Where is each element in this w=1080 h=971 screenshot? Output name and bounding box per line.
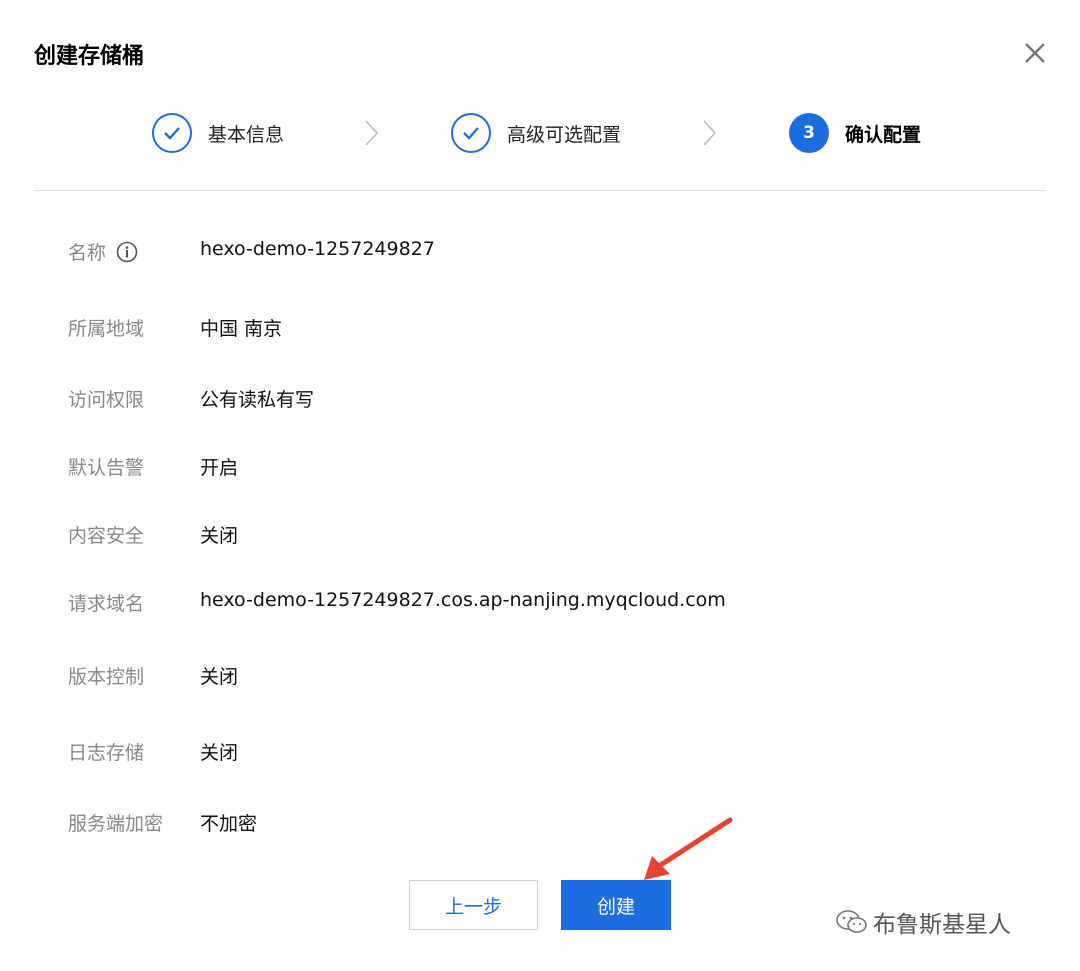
field-value: 中国 南京	[200, 318, 283, 340]
step-label: 高级可选配置	[507, 123, 622, 146]
field-key: 访问权限	[68, 389, 145, 411]
arrow-annotation-icon	[644, 817, 733, 880]
step-label: 确认配置	[845, 123, 922, 146]
field-value: 关闭	[200, 742, 239, 764]
create-button[interactable]: 创建	[561, 880, 671, 930]
check-icon	[451, 113, 491, 153]
wechat-icon	[836, 910, 867, 933]
field-key: 名称	[68, 238, 138, 265]
field-row-logging: 日志存储 关闭	[0, 738, 1080, 768]
field-value: 开启	[200, 457, 239, 479]
field-row-content-security: 内容安全 关闭	[0, 521, 1080, 551]
step-confirm-config: 3 确认配置	[789, 110, 921, 156]
field-row-versioning: 版本控制 关闭	[0, 662, 1080, 692]
step-basic-info: 基本信息	[152, 110, 284, 156]
field-key: 版本控制	[68, 666, 145, 688]
close-icon[interactable]	[1020, 38, 1050, 68]
field-value: hexo-demo-1257249827	[200, 238, 435, 260]
dialog-title: 创建存储桶	[34, 44, 145, 69]
prev-step-button[interactable]: 上一步	[409, 880, 538, 930]
field-key: 请求域名	[68, 593, 145, 615]
field-key: 所属地域	[68, 318, 145, 340]
field-value: 公有读私有写	[200, 389, 315, 411]
field-key: 内容安全	[68, 525, 145, 547]
field-row-encryption: 服务端加密 不加密	[0, 809, 1080, 839]
field-value: 关闭	[200, 666, 239, 688]
field-row-access: 访问权限 公有读私有写	[0, 385, 1080, 415]
step-advanced-config: 高级可选配置	[451, 110, 621, 156]
field-value: 不加密	[200, 813, 258, 835]
field-value: hexo-demo-1257249827.cos.ap-nanjing.myqc…	[200, 589, 726, 611]
field-key: 默认告警	[68, 457, 145, 479]
step-label: 基本信息	[208, 123, 285, 146]
field-key: 服务端加密	[68, 813, 164, 835]
info-icon[interactable]	[116, 241, 138, 263]
divider	[34, 190, 1046, 191]
field-row-domain: 请求域名 hexo-demo-1257249827.cos.ap-nanjing…	[0, 589, 1080, 619]
field-row-name: 名称 hexo-demo-1257249827	[0, 238, 1080, 268]
chevron-right-icon	[365, 120, 379, 146]
stepper: 基本信息 高级可选配置 3 确认配置	[0, 110, 1080, 158]
field-key-label: 名称	[68, 242, 107, 264]
step-number: 3	[789, 113, 829, 153]
field-value: 关闭	[200, 525, 239, 547]
field-key: 日志存储	[68, 742, 145, 764]
check-icon	[152, 113, 192, 153]
watermark-text: 布鲁斯基星人	[873, 912, 1011, 938]
field-row-alert: 默认告警 开启	[0, 453, 1080, 483]
chevron-right-icon	[703, 120, 717, 146]
watermark: 布鲁斯基星人	[835, 905, 1011, 939]
field-row-region: 所属地域 中国 南京	[0, 314, 1080, 344]
